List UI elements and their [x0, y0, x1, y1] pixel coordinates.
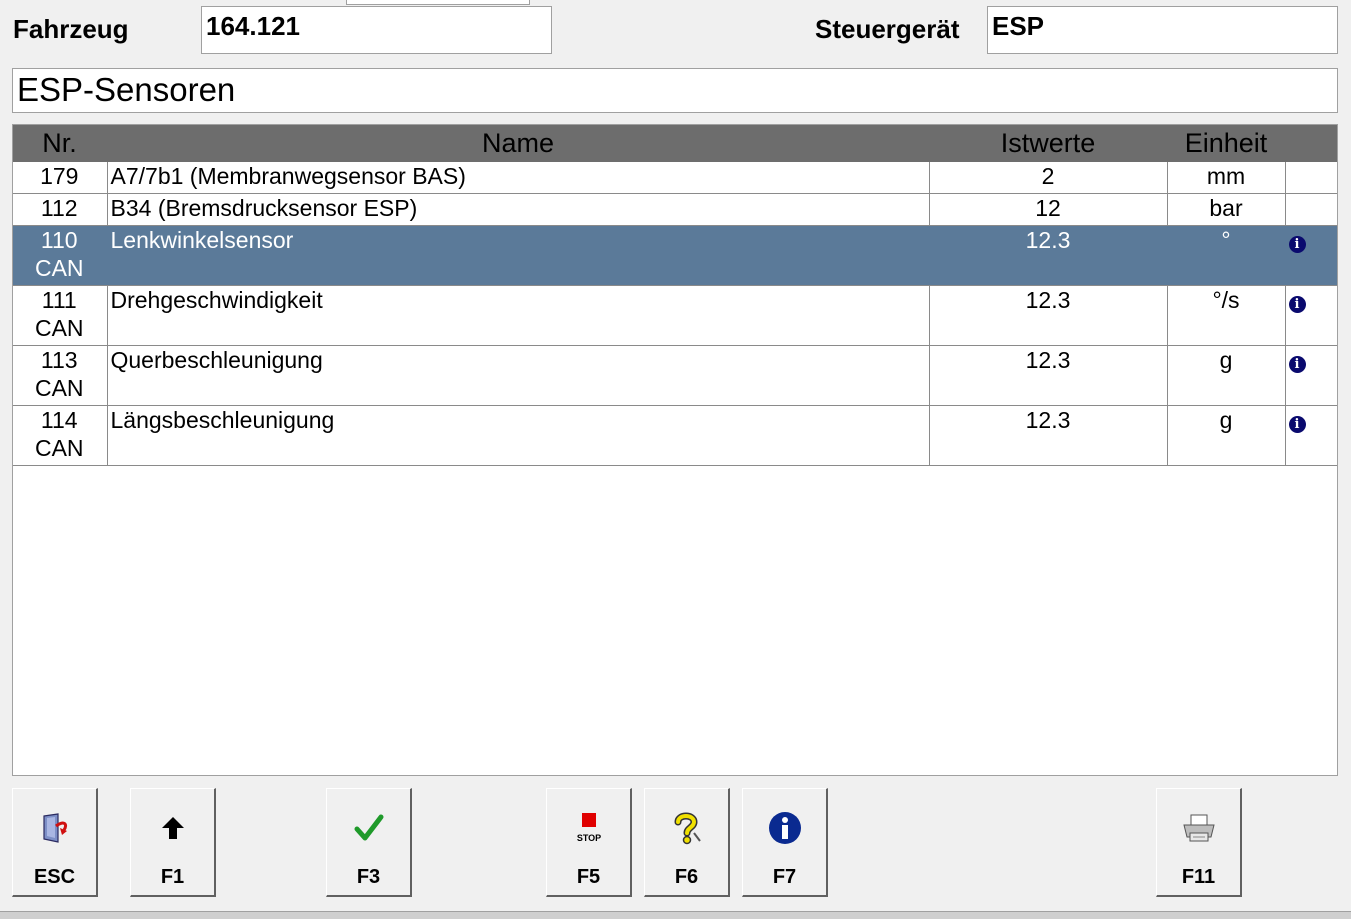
row-number: 111 — [41, 287, 77, 313]
cell-actual-value: 12.3 — [928, 225, 1167, 286]
function-key-label: F3 — [356, 866, 381, 888]
function-key-f7[interactable]: F7 — [742, 788, 828, 897]
vehicle-field[interactable]: 164.121 — [201, 6, 552, 54]
cell-info: i — [1284, 225, 1337, 286]
cell-unit: g — [1166, 345, 1285, 406]
cell-nr: 113 CAN — [13, 345, 107, 406]
cell-name: B34 (Bremsdrucksensor ESP) — [106, 193, 929, 226]
table-row[interactable]: 110 CAN Lenkwinkelsensor 12.3 ° i — [13, 225, 1337, 286]
table-header-row: Nr. Name Istwerte Einheit — [13, 125, 1337, 162]
info-icon[interactable]: i — [1288, 236, 1306, 253]
function-key-label: F1 — [160, 866, 185, 888]
column-header-nr[interactable]: Nr. — [13, 125, 107, 162]
cell-nr: 114 CAN — [13, 405, 107, 466]
sensor-table: Nr. Name Istwerte Einheit 179 A7/7b1 (Mem… — [12, 124, 1338, 776]
table-row[interactable]: 111 CAN Drehgeschwindigkeit 12.3 °/s i — [13, 285, 1337, 346]
function-key-f5[interactable]: STOP F5 — [546, 788, 632, 897]
info-icon — [743, 811, 826, 845]
function-key-label: F6 — [674, 866, 699, 888]
table-row[interactable]: 179 A7/7b1 (Membranwegsensor BAS) 2 mm — [13, 162, 1337, 194]
cell-nr: 111 CAN — [13, 285, 107, 346]
column-header-value[interactable]: Istwerte — [929, 125, 1167, 162]
cell-name: Querbeschleunigung — [106, 345, 929, 406]
cell-info — [1284, 193, 1337, 226]
cell-unit: mm — [1166, 162, 1285, 194]
arrow-up-icon — [131, 811, 214, 845]
row-number: 113 — [40, 347, 78, 373]
function-key-label: ESC — [33, 866, 76, 888]
function-key-label: F5 — [576, 866, 601, 888]
exit-door-icon — [13, 811, 96, 845]
cell-info: i — [1284, 345, 1337, 406]
table-row[interactable]: 114 CAN Längsbeschleunigung 12.3 g i — [13, 405, 1337, 466]
function-key-f11[interactable]: F11 — [1156, 788, 1242, 897]
row-number: 112 — [40, 195, 78, 221]
svg-text:STOP: STOP — [576, 833, 600, 843]
column-header-info — [1285, 125, 1337, 162]
cell-unit: g — [1166, 405, 1285, 466]
cell-actual-value: 12.3 — [928, 345, 1167, 406]
row-number: 110 — [40, 227, 78, 253]
page-title: ESP-Sensoren — [12, 68, 1338, 113]
cell-unit: ° — [1166, 225, 1285, 286]
row-bus-label: CAN — [34, 315, 84, 341]
top-dropdown-edge — [346, 0, 530, 5]
cell-actual-value: 12.3 — [928, 285, 1167, 346]
function-key-f1[interactable]: F1 — [130, 788, 216, 897]
cell-actual-value: 12.3 — [928, 405, 1167, 466]
row-bus-label: CAN — [34, 435, 84, 461]
function-key-f3[interactable]: F3 — [326, 788, 412, 897]
cell-name: Lenkwinkelsensor — [106, 225, 929, 286]
row-number: 114 — [40, 407, 78, 433]
cell-name: A7/7b1 (Membranwegsensor BAS) — [106, 162, 929, 194]
printer-icon — [1157, 811, 1240, 845]
cell-info: i — [1284, 285, 1337, 346]
row-bus-label: CAN — [34, 255, 84, 281]
cell-actual-value: 2 — [928, 162, 1167, 194]
ecu-field[interactable]: ESP — [987, 6, 1338, 54]
help-question-icon — [645, 811, 728, 845]
checkmark-icon — [327, 811, 410, 845]
cell-actual-value: 12 — [928, 193, 1167, 226]
function-key-label: F11 — [1181, 866, 1216, 888]
cell-name: Drehgeschwindigkeit — [106, 285, 929, 346]
cell-name: Längsbeschleunigung — [106, 405, 929, 466]
stop-icon: STOP — [547, 811, 630, 845]
ecu-label: Steuergerät — [815, 14, 960, 44]
row-number: 179 — [40, 163, 79, 189]
cell-info: i — [1284, 405, 1337, 466]
function-key-f6[interactable]: F6 — [644, 788, 730, 897]
cell-unit: °/s — [1166, 285, 1285, 346]
cell-nr: 110 CAN — [13, 225, 107, 286]
info-icon[interactable]: i — [1288, 416, 1306, 433]
cell-info — [1284, 162, 1337, 194]
table-row[interactable]: 113 CAN Querbeschleunigung 12.3 g i — [13, 345, 1337, 406]
function-key-esc[interactable]: ESC — [12, 788, 98, 897]
cell-nr: 112 — [13, 193, 107, 226]
column-header-name[interactable]: Name — [107, 125, 929, 162]
table-row[interactable]: 112 B34 (Bremsdrucksensor ESP) 12 bar — [13, 193, 1337, 226]
vehicle-label: Fahrzeug — [13, 14, 129, 44]
row-bus-label: CAN — [34, 375, 84, 401]
cell-nr: 179 — [13, 162, 107, 194]
info-icon[interactable]: i — [1288, 296, 1306, 313]
column-header-unit[interactable]: Einheit — [1167, 125, 1285, 162]
function-key-label: F7 — [772, 866, 797, 888]
info-icon[interactable]: i — [1288, 356, 1306, 373]
cell-unit: bar — [1166, 193, 1285, 226]
